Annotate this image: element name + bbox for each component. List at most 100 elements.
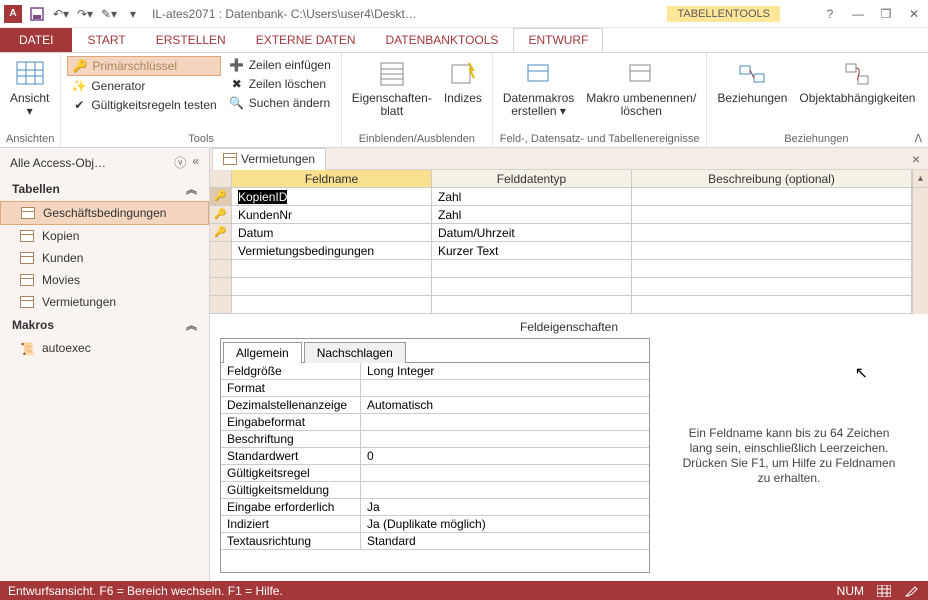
tab-erstellen[interactable]: ERSTELLEN: [141, 28, 241, 52]
nav-section-tables[interactable]: Tabellen ︽: [0, 177, 209, 201]
nav-item-movies[interactable]: Movies: [0, 269, 209, 291]
minimize-icon[interactable]: —: [848, 4, 868, 24]
field-name-cell[interactable]: [232, 278, 432, 296]
col-header-feldname[interactable]: Feldname: [232, 170, 432, 188]
help-icon[interactable]: ?: [820, 4, 840, 24]
scroll-track[interactable]: [912, 278, 928, 296]
col-header-datentyp[interactable]: Felddatentyp: [432, 170, 632, 188]
field-type-cell[interactable]: Datum/Uhrzeit: [432, 224, 632, 242]
design-view-icon[interactable]: [904, 584, 920, 598]
prop-row[interactable]: Beschriftung: [221, 431, 649, 448]
prop-row[interactable]: Format: [221, 380, 649, 397]
prop-row[interactable]: FeldgrößeLong Integer: [221, 363, 649, 380]
scroll-up-icon[interactable]: ▴: [912, 170, 928, 188]
field-name-cell[interactable]: KundenNr: [232, 206, 432, 224]
relationships-button[interactable]: Beziehungen: [713, 56, 791, 131]
generator-button[interactable]: ✨Generator: [67, 77, 220, 95]
field-desc-cell[interactable]: [632, 188, 912, 206]
insert-rows-button[interactable]: ➕Zeilen einfügen: [225, 56, 335, 74]
prop-value[interactable]: Standard: [361, 533, 649, 549]
nav-title[interactable]: Alle Access-Obj… ⓥ «: [0, 148, 209, 177]
field-desc-cell[interactable]: [632, 206, 912, 224]
property-sheet-button[interactable]: Eigenschaften- blatt: [348, 56, 436, 131]
data-macros-button[interactable]: Datenmakros erstellen ▾: [499, 56, 578, 131]
prop-value[interactable]: Ja: [361, 499, 649, 515]
close-doc-icon[interactable]: ×: [912, 151, 920, 167]
prop-row[interactable]: Gültigkeitsmeldung: [221, 482, 649, 499]
row-selector[interactable]: [210, 260, 232, 278]
collapse-ribbon-icon[interactable]: ᐱ: [914, 132, 922, 145]
row-selector[interactable]: [210, 278, 232, 296]
scroll-track[interactable]: [912, 224, 928, 242]
scroll-track[interactable]: [912, 296, 928, 314]
ansicht-button[interactable]: Ansicht▾: [6, 56, 53, 131]
chevron-up-icon[interactable]: ︽: [186, 181, 197, 197]
tab-file[interactable]: DATEI: [0, 28, 72, 52]
qat-customize-icon[interactable]: ▾: [122, 3, 144, 25]
field-name-cell[interactable]: Vermietungsbedingungen: [232, 242, 432, 260]
rename-macro-button[interactable]: Makro umbenennen/ löschen: [582, 56, 700, 131]
tab-datenbanktools[interactable]: DATENBANKTOOLS: [371, 28, 514, 52]
scroll-track[interactable]: [912, 188, 928, 206]
indexes-button[interactable]: Indizes: [440, 56, 486, 131]
prop-value[interactable]: Automatisch: [361, 397, 649, 413]
prop-row[interactable]: Eingabeformat: [221, 414, 649, 431]
field-type-cell[interactable]: Zahl: [432, 206, 632, 224]
field-type-cell[interactable]: Kurzer Text: [432, 242, 632, 260]
prop-row[interactable]: Standardwert0: [221, 448, 649, 465]
field-type-cell[interactable]: Zahl: [432, 188, 632, 206]
row-selector[interactable]: [210, 296, 232, 314]
nav-collapse-icon[interactable]: «: [192, 154, 199, 171]
field-desc-cell[interactable]: [632, 242, 912, 260]
prop-tab-general[interactable]: Allgemein: [223, 342, 302, 363]
doctab-vermietungen[interactable]: Vermietungen: [212, 148, 326, 170]
field-name-cell[interactable]: KopienID: [232, 188, 432, 206]
prop-row[interactable]: Gültigkeitsregel: [221, 465, 649, 482]
nav-item-kopien[interactable]: Kopien: [0, 225, 209, 247]
prop-value[interactable]: Ja (Duplikate möglich): [361, 516, 649, 532]
field-desc-cell[interactable]: [632, 224, 912, 242]
prop-row[interactable]: TextausrichtungStandard: [221, 533, 649, 550]
row-selector[interactable]: 🔑: [210, 206, 232, 224]
field-desc-cell[interactable]: [632, 296, 912, 314]
prop-value[interactable]: [361, 482, 649, 498]
row-selector[interactable]: 🔑: [210, 188, 232, 206]
close-icon[interactable]: ✕: [904, 4, 924, 24]
field-desc-cell[interactable]: [632, 278, 912, 296]
tab-entwurf[interactable]: ENTWURF: [513, 28, 603, 53]
prop-value[interactable]: [361, 380, 649, 396]
scroll-track[interactable]: [912, 206, 928, 224]
field-name-cell[interactable]: [232, 260, 432, 278]
nav-item-kunden[interactable]: Kunden: [0, 247, 209, 269]
row-selector[interactable]: 🔑: [210, 224, 232, 242]
save-icon[interactable]: [26, 3, 48, 25]
field-type-cell[interactable]: [432, 260, 632, 278]
nav-dropdown-icon[interactable]: ⓥ: [174, 154, 186, 171]
scroll-track[interactable]: [912, 242, 928, 260]
prop-row[interactable]: DezimalstellenanzeigeAutomatisch: [221, 397, 649, 414]
prop-value[interactable]: [361, 414, 649, 430]
chevron-up-icon[interactable]: ︽: [186, 317, 197, 333]
undo-icon[interactable]: ↶▾: [50, 3, 72, 25]
scroll-track[interactable]: [912, 260, 928, 278]
field-type-cell[interactable]: [432, 278, 632, 296]
prop-value[interactable]: 0: [361, 448, 649, 464]
nav-item-geschaeftsbedingungen[interactable]: Geschäftsbedingungen: [0, 201, 209, 225]
prop-value[interactable]: [361, 431, 649, 447]
prop-value[interactable]: [361, 465, 649, 481]
dropper-icon[interactable]: ✎▾: [98, 3, 120, 25]
col-header-beschreibung[interactable]: Beschreibung (optional): [632, 170, 912, 188]
modify-lookup-button[interactable]: 🔍Suchen ändern: [225, 94, 335, 112]
field-name-cell[interactable]: [232, 296, 432, 314]
nav-item-vermietungen[interactable]: Vermietungen: [0, 291, 209, 313]
prop-row[interactable]: IndiziertJa (Duplikate möglich): [221, 516, 649, 533]
restore-icon[interactable]: ❐: [876, 4, 896, 24]
datasheet-view-icon[interactable]: [876, 584, 892, 598]
delete-rows-button[interactable]: ✖Zeilen löschen: [225, 75, 335, 93]
row-selector[interactable]: [210, 242, 232, 260]
primary-key-button[interactable]: 🔑Primärschlüssel: [67, 56, 220, 76]
redo-icon[interactable]: ↷▾: [74, 3, 96, 25]
validation-rules-button[interactable]: ✔Gültigkeitsregeln testen: [67, 96, 220, 114]
nav-section-makros[interactable]: Makros ︽: [0, 313, 209, 337]
field-name-cell[interactable]: Datum: [232, 224, 432, 242]
